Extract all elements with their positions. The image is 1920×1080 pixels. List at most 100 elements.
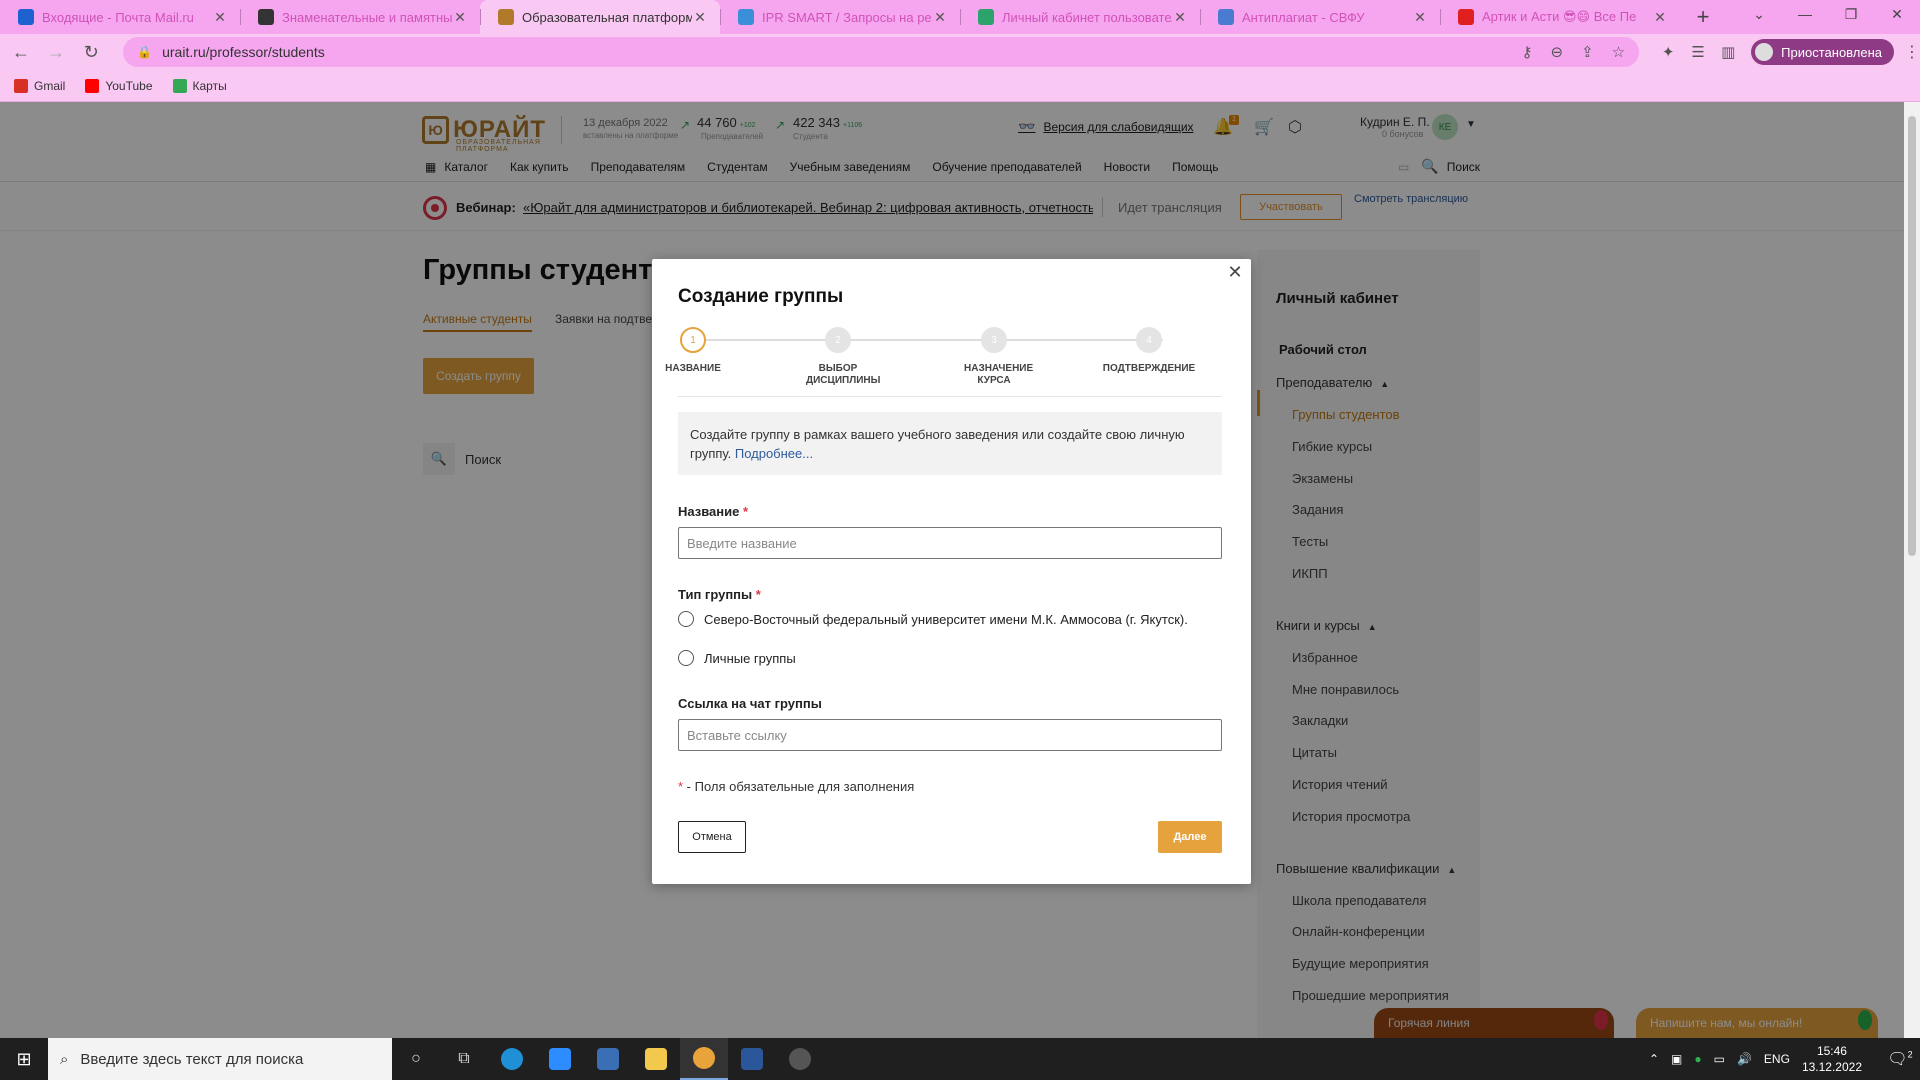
tab-close-icon[interactable]: ✕ — [452, 9, 468, 26]
tab-close-icon[interactable]: ✕ — [1652, 9, 1668, 26]
browser-tab[interactable]: Знаменательные и памятные д✕ — [240, 0, 480, 34]
step-2-circle: 2 — [825, 327, 851, 353]
word-icon[interactable] — [728, 1038, 776, 1080]
bookmarks-bar: Gmail YouTube Карты — [0, 70, 1920, 102]
profile-button[interactable]: Приостановлена — [1751, 39, 1895, 65]
close-icon[interactable]: ✕ — [1225, 262, 1245, 283]
browser-tab-strip: Входящие - Почта Mail.ru ✕ Знаменательные … — [0, 0, 1920, 34]
browser-tab[interactable]: Антиплагиат - СВФУ ✕ — [1200, 0, 1440, 34]
group-type-option-university[interactable]: Северо-Восточный федеральный университет… — [678, 611, 1188, 627]
step-3: 3 Назначение курса — [934, 327, 1054, 387]
tab-title: Входящие - Почта Mail.ru — [42, 9, 194, 25]
step-1-label: Название — [665, 363, 721, 374]
tray-wechat-icon[interactable]: ● — [1694, 1052, 1701, 1066]
zoom-app-icon[interactable] — [536, 1038, 584, 1080]
tab-favicon-icon — [18, 9, 34, 25]
network-icon[interactable]: ▭ — [1714, 1052, 1725, 1066]
bookmark-label: Карты — [192, 78, 227, 93]
side-panel-icon[interactable]: ▥ — [1713, 43, 1743, 61]
zoom-icon[interactable]: ⊖ — [1551, 43, 1564, 61]
tab-title: IPR SMART / Запросы на регис — [762, 9, 932, 25]
step-1: 1 Название — [633, 327, 753, 375]
tray-chevron-icon[interactable]: ⌃ — [1649, 1052, 1659, 1066]
back-icon[interactable]: ← — [7, 42, 35, 63]
chrome-icon[interactable] — [680, 1038, 728, 1080]
tab-favicon-icon — [258, 9, 274, 25]
file-explorer-icon[interactable] — [632, 1038, 680, 1080]
cancel-button[interactable]: Отмена — [678, 821, 746, 853]
required-note-text: - Поля обязательные для заполнения — [683, 779, 915, 794]
dialog-divider — [678, 396, 1222, 397]
maximize-button[interactable]: ❐ — [1828, 0, 1874, 30]
step-3-circle: 3 — [981, 327, 1007, 353]
edge-icon[interactable] — [488, 1038, 536, 1080]
tab-favicon-icon — [1218, 9, 1234, 25]
url-text: urait.ru/professor/students — [162, 44, 325, 60]
radio-button[interactable] — [678, 611, 694, 627]
tab-close-icon[interactable]: ✕ — [1412, 9, 1428, 26]
next-button[interactable]: Далее — [1158, 821, 1222, 853]
radio-button[interactable] — [678, 650, 694, 666]
language-indicator[interactable]: ENG — [1764, 1052, 1790, 1066]
bookmark-label: Gmail — [34, 78, 66, 93]
reload-icon[interactable]: ↻ — [77, 42, 105, 63]
bookmark-item[interactable]: Gmail — [14, 78, 66, 93]
browser-tab[interactable]: IPR SMART / Запросы на регис ✕ — [720, 0, 960, 34]
tab-close-icon[interactable]: ✕ — [692, 9, 708, 26]
browser-tab[interactable]: Входящие - Почта Mail.ru ✕ — [0, 0, 240, 34]
name-label-text: Название — [678, 504, 740, 519]
tab-search-icon[interactable]: ⌄ — [1736, 0, 1782, 30]
bookmark-favicon-icon — [85, 78, 100, 93]
info-box: Создайте группу в рамках вашего учебного… — [678, 412, 1222, 475]
bookmark-star-icon[interactable]: ☆ — [1612, 43, 1625, 61]
tab-close-icon[interactable]: ✕ — [1172, 9, 1188, 26]
new-tab-button[interactable]: + — [1688, 2, 1718, 32]
notification-center-icon[interactable]: 🗨2 — [1880, 1049, 1920, 1069]
notification-count: 2 — [1907, 1049, 1913, 1060]
close-window-button[interactable]: ✕ — [1874, 0, 1920, 30]
task-view-icon[interactable]: ⧉ — [440, 1038, 488, 1080]
create-group-dialog: ✕ Создание группы 1 Название 2 Выбор дис… — [652, 259, 1251, 884]
volume-icon[interactable]: 🔊 — [1737, 1052, 1752, 1066]
windows-start-icon[interactable]: ⊞ — [0, 1038, 48, 1080]
browser-menu-icon[interactable]: ⋮ — [1904, 42, 1920, 62]
reading-list-icon[interactable]: ☰ — [1683, 43, 1713, 61]
taskbar-clock[interactable]: 15:46 13.12.2022 — [1802, 1043, 1862, 1075]
tray-app-icon[interactable]: ▣ — [1671, 1052, 1682, 1066]
clock-date: 13.12.2022 — [1801, 1060, 1862, 1074]
system-tray: ⌃ ▣ ● ▭ 🔊 ENG 15:46 13.12.2022 🗨2 — [1649, 1038, 1920, 1080]
tab-close-icon[interactable]: ✕ — [212, 9, 228, 26]
key-icon[interactable]: ⚷ — [1522, 43, 1533, 61]
info-more-link[interactable]: Подробнее... — [735, 446, 813, 461]
extensions-icon[interactable]: ✦ — [1653, 43, 1683, 61]
scrollbar-thumb[interactable] — [1908, 116, 1916, 556]
toolbar-right: ✦ ☰ ▥ Приостановлена ⋮ — [1653, 39, 1920, 65]
app-icon[interactable] — [776, 1038, 824, 1080]
lock-icon[interactable]: 🔒 — [137, 45, 152, 59]
address-bar[interactable]: 🔒 urait.ru/professor/students ⚷ ⊖ ⇪ ☆ — [123, 37, 1640, 67]
tab-close-icon[interactable]: ✕ — [932, 9, 948, 26]
calculator-icon[interactable] — [584, 1038, 632, 1080]
minimize-button[interactable]: — — [1782, 0, 1828, 30]
taskbar-search[interactable]: ⌕ Введите здесь текст для поиска — [48, 1038, 392, 1080]
page-scrollbar[interactable] — [1904, 102, 1920, 1038]
dialog-title: Создание группы — [678, 286, 844, 307]
browser-tab[interactable]: Артик и Асти 😎😄 Все Пе ✕ — [1440, 0, 1680, 34]
group-type-option-label: Личные группы — [704, 650, 796, 666]
group-type-option-personal[interactable]: Личные группы — [678, 650, 796, 666]
forward-icon[interactable]: → — [42, 42, 70, 63]
chat-link-input[interactable] — [678, 719, 1222, 751]
clock-time: 15:46 — [1816, 1044, 1847, 1058]
browser-tab[interactable]: Образовательная платформа Ю✕ — [480, 0, 720, 34]
browser-tab[interactable]: Личный кабинет пользовател ✕ — [960, 0, 1200, 34]
cortana-icon[interactable]: ○ — [392, 1038, 440, 1080]
share-icon[interactable]: ⇪ — [1581, 43, 1594, 61]
required-star: * — [755, 587, 761, 602]
search-icon: ⌕ — [60, 1050, 69, 1068]
bookmark-label: YouTube — [105, 78, 153, 93]
tab-favicon-icon — [1458, 9, 1474, 25]
bookmark-item[interactable]: Карты — [172, 78, 227, 93]
tab-title: Антиплагиат - СВФУ — [1242, 9, 1365, 25]
bookmark-item[interactable]: YouTube — [85, 78, 153, 93]
group-name-input[interactable] — [678, 527, 1222, 559]
